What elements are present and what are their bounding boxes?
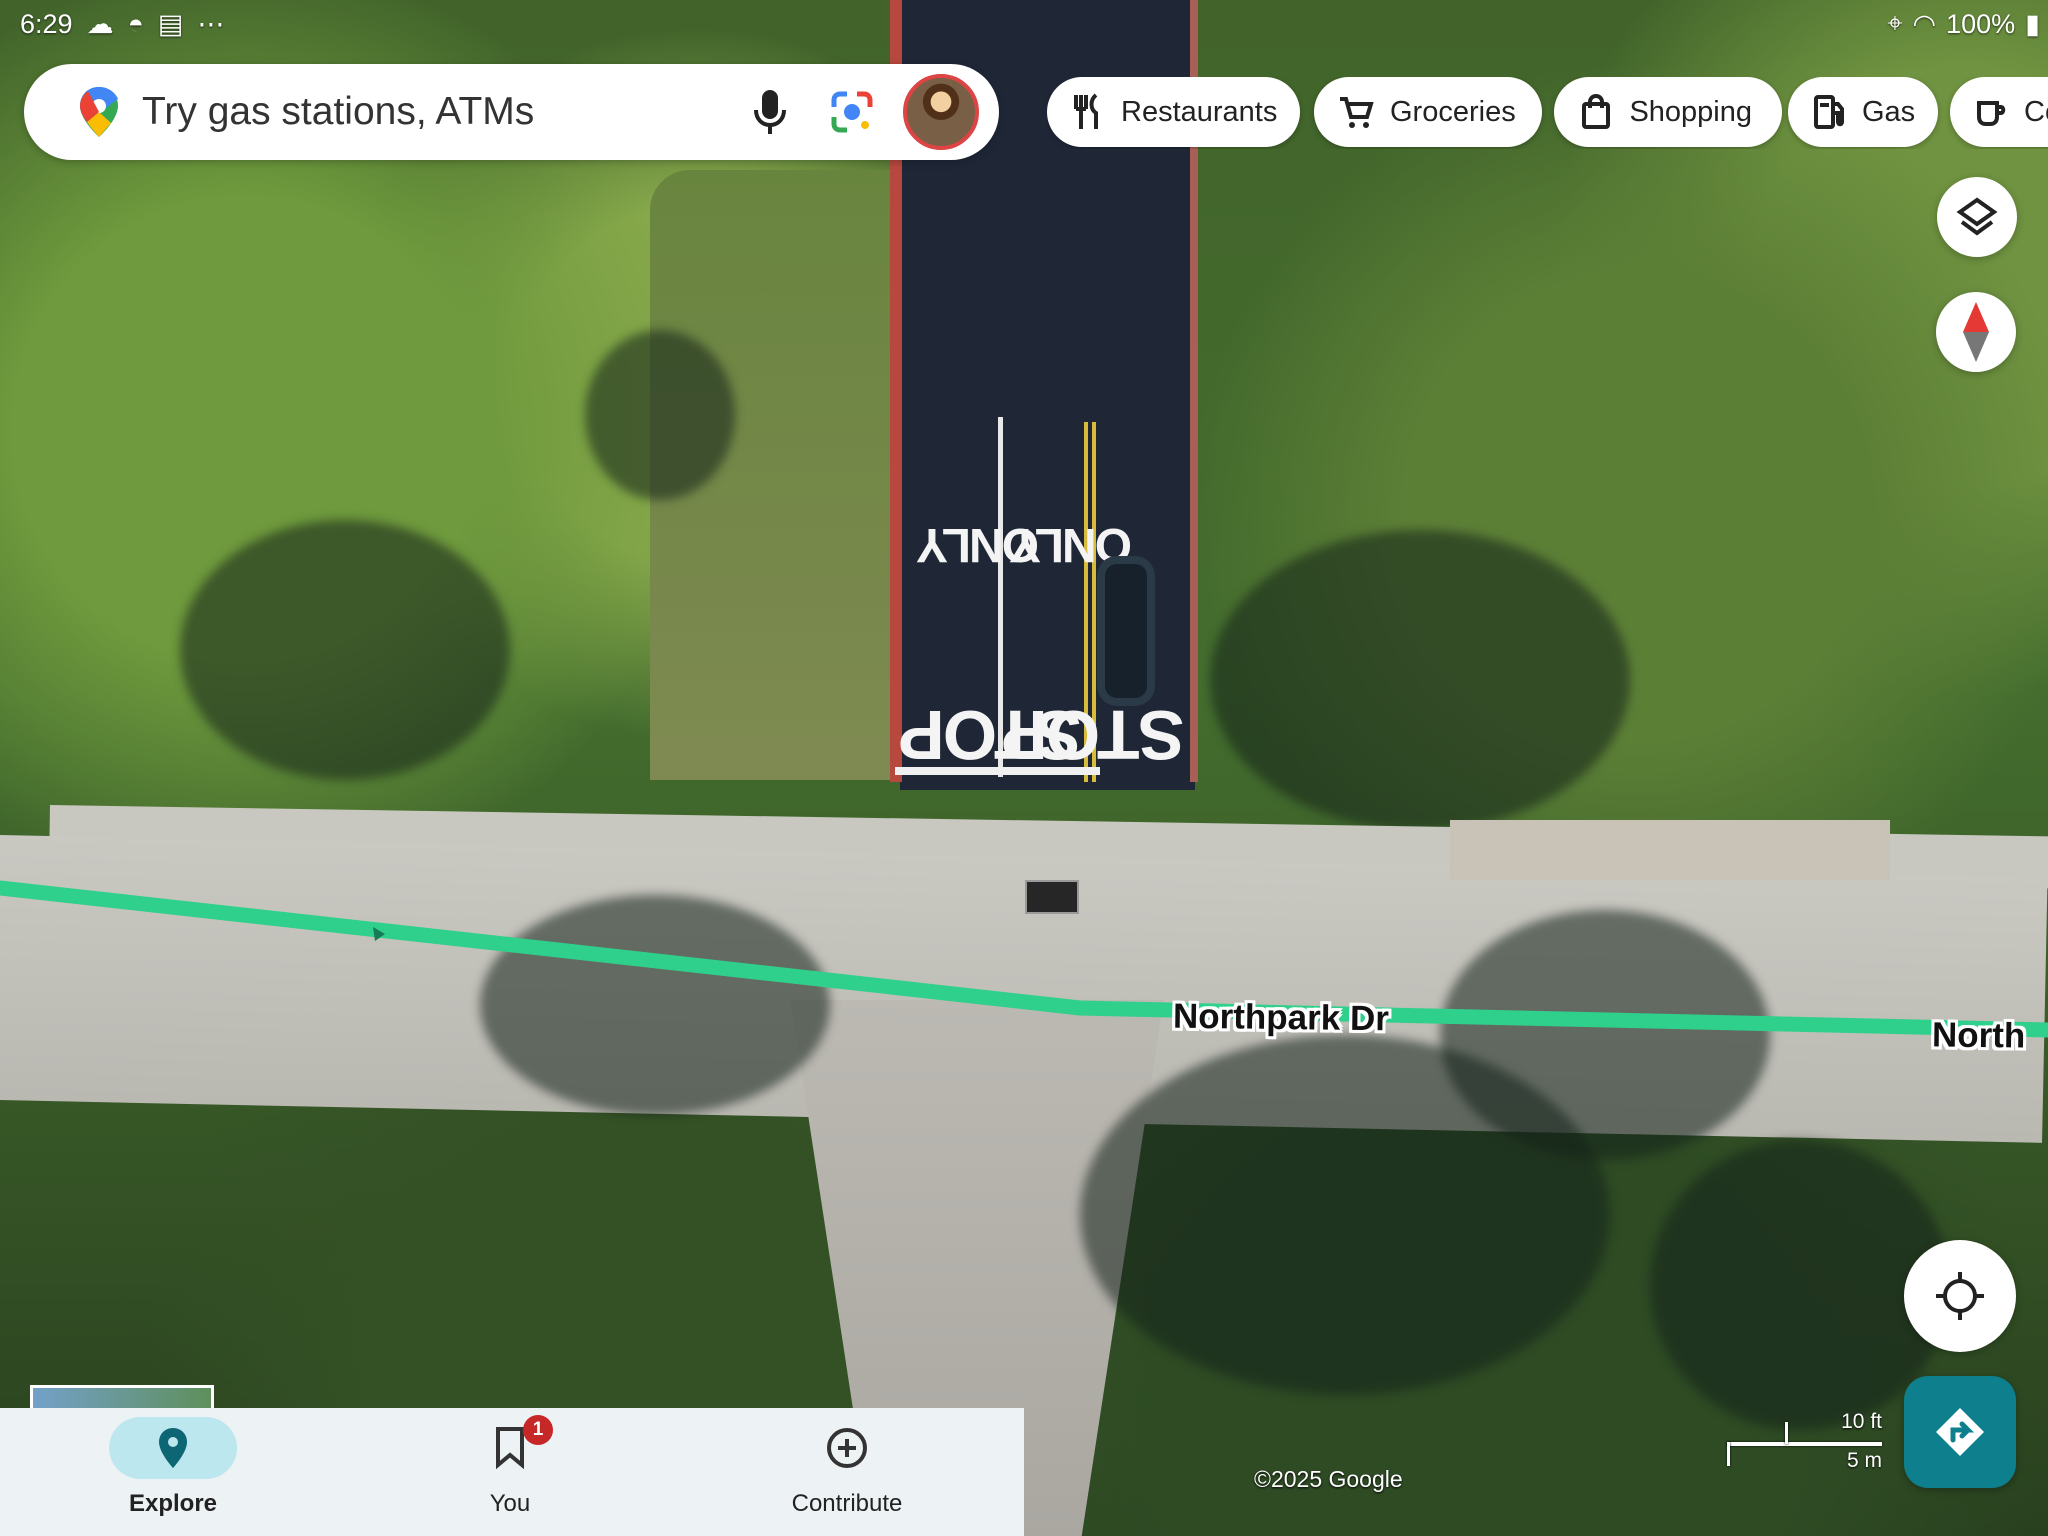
- chip-label: Co: [2024, 95, 2048, 128]
- mic-icon[interactable]: [746, 88, 794, 136]
- satellite-map[interactable]: ONLY ONLY STOP STOP Northpark Dr North: [0, 0, 2048, 1536]
- tree-shadow: [480, 895, 830, 1115]
- wifi-icon: ◠: [1912, 8, 1937, 39]
- maps-pin-icon: [78, 87, 120, 137]
- tree-shadow: [180, 520, 510, 780]
- chip-label: Shopping: [1629, 95, 1752, 128]
- search-bar[interactable]: [24, 64, 999, 160]
- parked-car: [1097, 556, 1155, 706]
- battery-percent: 100%: [1946, 8, 2016, 39]
- sidewalk-patch: [1450, 820, 1890, 880]
- map-scale: 10 ft 5 m: [1722, 1410, 1882, 1472]
- incognito-icon: ◓: [127, 9, 144, 39]
- contribute-icon-area: [783, 1417, 911, 1479]
- explore-pin-icon: [156, 1426, 190, 1470]
- nav-you[interactable]: 1 You: [341, 1408, 679, 1536]
- chip-gas[interactable]: Gas: [1788, 77, 1938, 147]
- chip-shopping[interactable]: Shopping: [1554, 77, 1782, 147]
- road-label-north: North: [1931, 1015, 2026, 1056]
- stop-marking-right: STOP: [1003, 696, 1185, 774]
- more-icon: ⋯: [197, 9, 225, 39]
- storm-drain: [1025, 880, 1079, 914]
- status-bar: 6:29 ☁ ◓ ▤ ⋯ ⌖ ◠ 100% ▮: [0, 0, 2048, 48]
- category-chips: Restaurants Groceries Shopping Gas Co: [1047, 77, 2048, 149]
- search-input[interactable]: [140, 89, 664, 135]
- chip-groceries[interactable]: Groceries: [1314, 77, 1542, 147]
- nav-explore-label: Explore: [128, 1490, 218, 1517]
- scale-imperial: 10 ft: [1841, 1410, 1882, 1433]
- compass-icon: [1962, 302, 1990, 362]
- status-left: 6:29 ☁ ◓ ▤ ⋯: [20, 9, 224, 40]
- cart-icon: [1338, 94, 1374, 130]
- bookmark-icon: [493, 1426, 527, 1470]
- lens-icon[interactable]: [827, 87, 877, 137]
- notification-badge: 1: [523, 1415, 553, 1445]
- explore-pill: [109, 1417, 237, 1479]
- layers-button[interactable]: [1937, 177, 2017, 257]
- directions-icon: [1933, 1405, 1987, 1459]
- my-location-button[interactable]: [1904, 1240, 2016, 1352]
- you-icon-area: [446, 1417, 574, 1479]
- bottom-navigation: Explore 1 You Contribute: [0, 1408, 1024, 1536]
- map-copyright: ©2025 Google: [1254, 1466, 1403, 1492]
- tree-shadow: [585, 330, 735, 500]
- directions-button[interactable]: [1904, 1376, 2016, 1488]
- scale-tick: [1727, 1442, 1730, 1466]
- scale-metric: 5 m: [1846, 1449, 1882, 1472]
- compass-button[interactable]: [1936, 292, 2016, 372]
- location-icon: ⌖: [1887, 8, 1903, 38]
- avatar[interactable]: [903, 74, 979, 150]
- cloud-icon: ☁: [86, 9, 114, 39]
- chip-restaurants[interactable]: Restaurants: [1047, 77, 1300, 147]
- tree-shadow: [1210, 530, 1630, 830]
- layers-icon: [1955, 195, 1999, 239]
- chip-label: Restaurants: [1121, 95, 1278, 128]
- status-right: ⌖ ◠ 100% ▮: [1887, 8, 2040, 40]
- scale-tick: [1785, 1422, 1788, 1444]
- tree-shadow: [1440, 910, 1770, 1160]
- nav-you-label: You: [489, 1490, 531, 1517]
- add-circle-icon: [825, 1426, 869, 1470]
- coffee-icon: [1974, 94, 2008, 130]
- status-time: 6:29: [20, 9, 73, 39]
- battery-icon: ▮: [2025, 8, 2040, 39]
- scale-bar: [1727, 1442, 1882, 1446]
- stop-line: [895, 767, 1100, 775]
- chip-label: Gas: [1862, 95, 1916, 128]
- nav-explore[interactable]: Explore: [4, 1408, 342, 1536]
- road-label-northpark-dr: Northpark Dr: [1172, 996, 1390, 1039]
- my-location-icon: [1933, 1269, 1987, 1323]
- gas-icon: [1812, 94, 1846, 130]
- chip-co[interactable]: Co: [1950, 77, 2048, 147]
- nav-contribute-label: Contribute: [791, 1490, 903, 1517]
- chip-label: Groceries: [1390, 95, 1516, 128]
- bag-icon: [1578, 94, 1613, 130]
- utensils-icon: [1071, 93, 1105, 130]
- nav-contribute[interactable]: Contribute: [678, 1408, 1016, 1536]
- pdf-icon: ▤: [157, 9, 184, 39]
